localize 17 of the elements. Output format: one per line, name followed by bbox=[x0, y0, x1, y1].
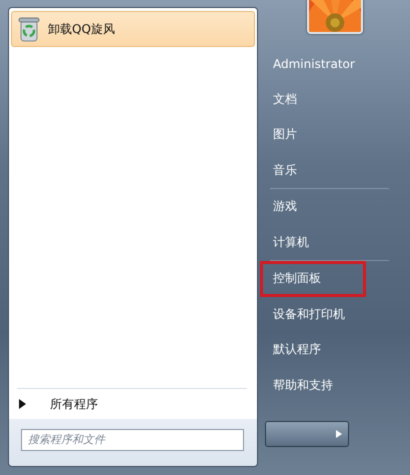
menu-item[interactable]: 图片 bbox=[260, 117, 366, 152]
search-field[interactable]: 搜索程序和文件 bbox=[21, 428, 244, 450]
recycle-bin-icon bbox=[18, 16, 40, 42]
shutdown-button[interactable] bbox=[265, 421, 349, 447]
menu-item[interactable]: 计算机 bbox=[260, 224, 366, 260]
caret-icon bbox=[336, 430, 342, 438]
menu-item[interactable]: Administrator bbox=[260, 46, 366, 82]
triangle-icon bbox=[19, 399, 26, 409]
all-programs-item[interactable]: 所有程序 bbox=[11, 389, 255, 419]
menu-item[interactable]: 设备和打印机 bbox=[260, 296, 366, 332]
menu-item[interactable]: 文档 bbox=[260, 82, 366, 117]
menu-item[interactable]: 帮助和支持 bbox=[260, 368, 366, 403]
menu-item[interactable]: 音乐 bbox=[260, 152, 366, 188]
menu-item[interactable]: 游戏 bbox=[260, 189, 366, 224]
program-item[interactable]: 卸载QQ旋风 bbox=[11, 11, 255, 47]
menu-item[interactable]: 默认程序 bbox=[260, 332, 366, 368]
menu-item[interactable]: 控制面板 bbox=[260, 261, 366, 296]
